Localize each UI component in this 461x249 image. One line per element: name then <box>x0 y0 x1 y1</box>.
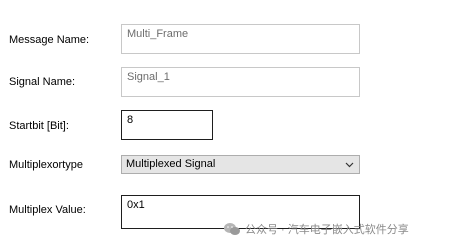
wechat-logo-icon <box>224 223 240 235</box>
chevron-down-icon[interactable] <box>345 160 354 169</box>
multiplexortype-select[interactable]: Multiplexed Signal <box>121 155 360 174</box>
startbit-label: Startbit [Bit]: <box>9 120 69 132</box>
message-name-label: Message Name: <box>9 34 90 46</box>
message-name-field[interactable]: Multi_Frame <box>121 24 360 54</box>
startbit-input[interactable]: 8 <box>121 110 213 140</box>
signal-name-label: Signal Name: <box>9 76 76 88</box>
signal-name-field[interactable]: Signal_1 <box>121 67 360 97</box>
multiplex-value-label: Multiplex Value: <box>9 204 86 216</box>
watermark-text: 公众号 · 汽车电子嵌入式软件分享 <box>245 224 409 236</box>
multiplexortype-label: Multiplexortype <box>9 159 83 171</box>
watermark: 公众号 · 汽车电子嵌入式软件分享 <box>223 220 409 238</box>
multiplexortype-selected-value: Multiplexed Signal <box>126 158 216 170</box>
